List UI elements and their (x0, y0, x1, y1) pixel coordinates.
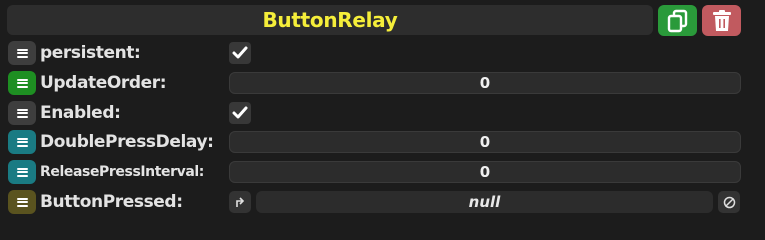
duplicate-icon (667, 9, 687, 32)
hamburger-icon (16, 137, 28, 147)
hamburger-icon (16, 197, 28, 207)
field-row-double-press-delay: DoublePressDelay: 0 (0, 129, 765, 155)
enabled-checkbox[interactable] (229, 102, 251, 124)
field-label: persistent: (40, 43, 141, 63)
field-row-button-pressed: ButtonPressed: null (0, 189, 765, 215)
clear-reference-button[interactable] (718, 191, 740, 213)
trash-icon (712, 9, 731, 31)
field-label: UpdateOrder: (40, 73, 167, 93)
checkmark-icon (232, 106, 248, 119)
null-icon (723, 196, 735, 208)
checkmark-icon (232, 46, 248, 59)
hamburger-icon (16, 167, 28, 177)
field-menu-button[interactable] (8, 101, 36, 125)
field-label: ButtonPressed: (40, 192, 183, 212)
duplicate-button[interactable] (658, 5, 697, 36)
hamburger-icon (16, 48, 28, 58)
double-press-delay-input[interactable]: 0 (229, 131, 741, 153)
field-label: ReleasePressInterval: (40, 164, 205, 180)
jump-to-reference-button[interactable] (229, 191, 251, 213)
release-press-interval-input[interactable]: 0 (229, 161, 741, 183)
field-label: DoublePressDelay: (40, 132, 214, 152)
hamburger-icon (16, 108, 28, 118)
field-menu-button[interactable] (8, 130, 36, 154)
persistent-checkbox[interactable] (229, 42, 251, 64)
field-row-enabled: Enabled: (0, 100, 765, 126)
field-row-persistent: persistent: (0, 40, 765, 66)
update-order-input[interactable]: 0 (229, 72, 741, 94)
field-row-update-order: UpdateOrder: 0 (0, 70, 765, 96)
field-menu-button[interactable] (8, 190, 36, 214)
field-label: Enabled: (40, 103, 121, 123)
jump-arrow-icon (236, 197, 245, 207)
field-row-release-press-interval: ReleasePressInterval: 0 (0, 159, 765, 185)
component-header: ButtonRelay (7, 5, 653, 35)
field-menu-button[interactable] (8, 41, 36, 65)
delete-button[interactable] (702, 5, 741, 36)
component-title: ButtonRelay (262, 8, 398, 32)
field-menu-button[interactable] (8, 71, 36, 95)
button-pressed-reference-field[interactable]: null (256, 191, 713, 213)
hamburger-icon (16, 78, 28, 88)
field-menu-button[interactable] (8, 160, 36, 184)
